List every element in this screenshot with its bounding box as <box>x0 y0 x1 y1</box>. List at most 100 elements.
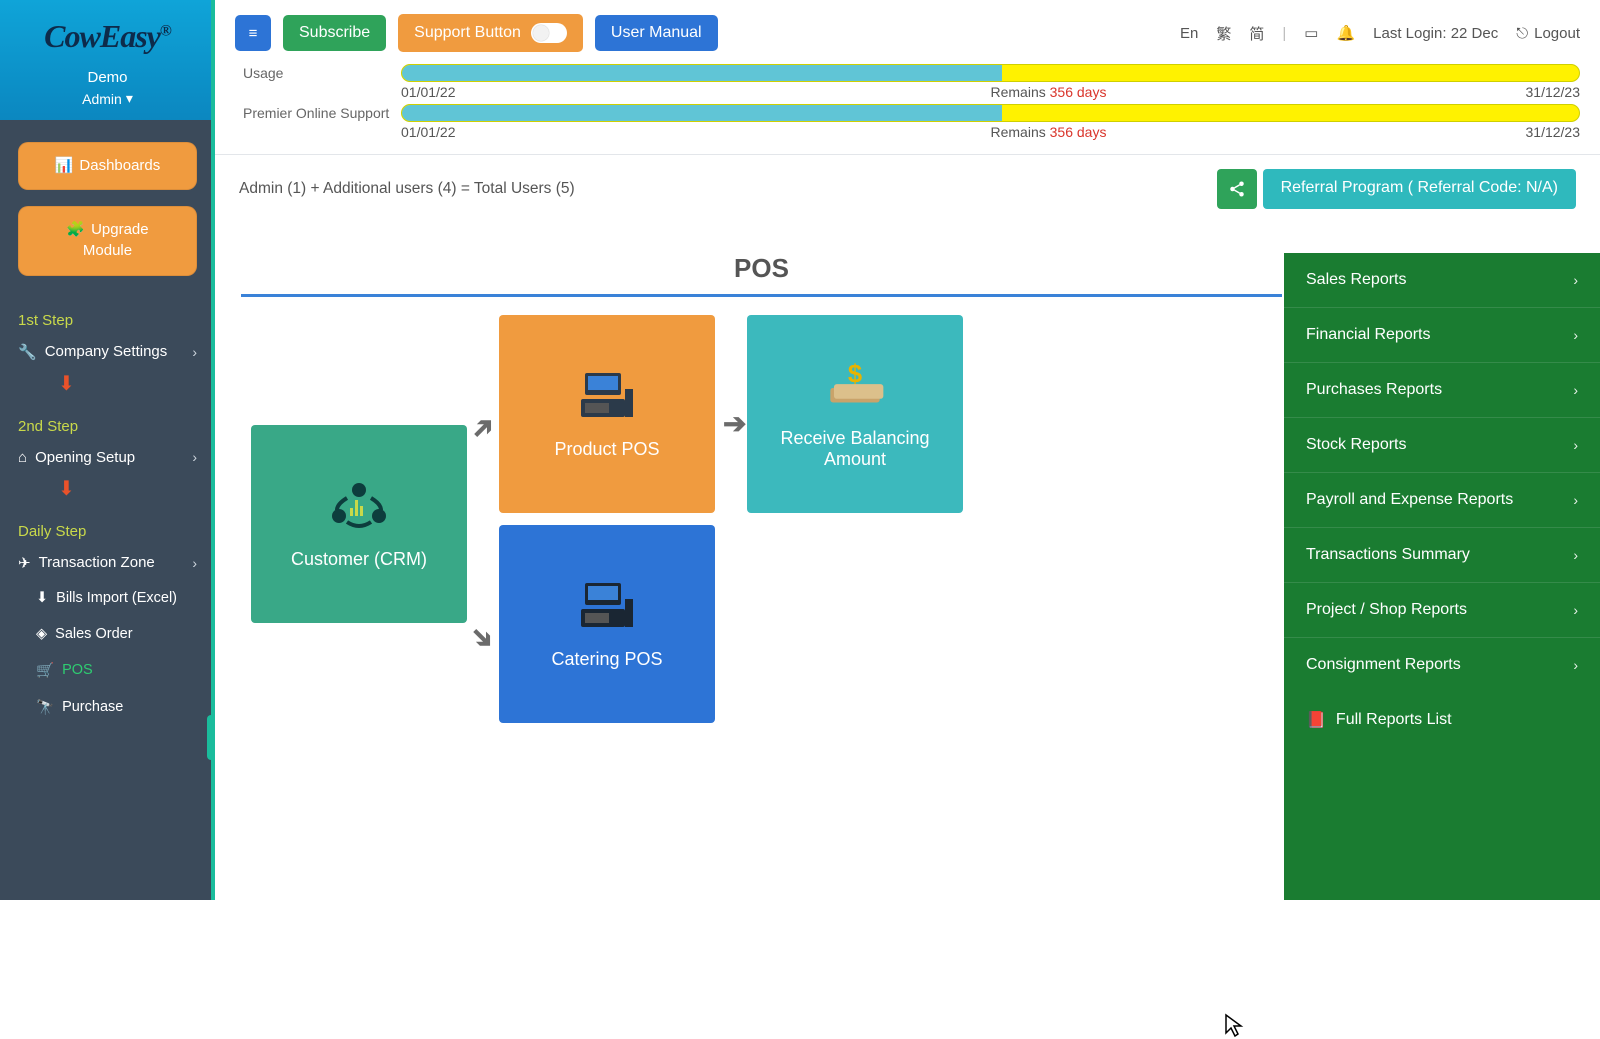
nav-purchase[interactable]: 🔭Purchase <box>36 689 197 726</box>
chevron-right-icon: › <box>1573 547 1578 563</box>
binoculars-icon: 🔭 <box>36 699 54 716</box>
pos-grid: Customer (CRM) Product POS Catering POS <box>239 315 1284 775</box>
arrow-icon: ➔ <box>463 618 503 658</box>
chevron-right-icon: › <box>192 449 197 465</box>
support-bar <box>401 104 1580 122</box>
chevron-right-icon: › <box>1573 272 1578 288</box>
logout-icon: ⎋ <box>1516 25 1528 42</box>
support-label: Support Button <box>414 24 521 42</box>
nav-sales-order[interactable]: ◈Sales Order <box>36 616 197 652</box>
dashboard-icon: 📊 <box>55 157 74 176</box>
sidebar-buttons: 📊Dashboards 🧩 Upgrade Module <box>0 120 215 286</box>
pos-area: POS Customer (CRM) Product POS <box>239 253 1284 900</box>
user-summary-row: Admin (1) + Additional users (4) = Total… <box>215 155 1600 223</box>
cursor-icon <box>1224 1013 1244 1039</box>
report-item-3[interactable]: Stock Reports› <box>1284 418 1600 473</box>
calendar-icon[interactable]: ▭ <box>1304 24 1318 42</box>
support-toggle[interactable] <box>531 23 567 43</box>
tile-label: Product POS <box>554 439 659 460</box>
chevron-right-icon: › <box>1573 602 1578 618</box>
support-button[interactable]: Support Button <box>398 14 583 52</box>
menu-toggle-button[interactable]: ≡ <box>235 15 271 51</box>
arrow-down-icon: ⬇ <box>18 369 197 398</box>
cart-icon: 🛒 <box>36 662 54 679</box>
tile-label: Receive Balancing Amount <box>757 428 953 470</box>
tile-catering-pos[interactable]: Catering POS <box>499 525 715 723</box>
report-item-2[interactable]: Purchases Reports› <box>1284 363 1600 418</box>
report-item-5[interactable]: Transactions Summary› <box>1284 528 1600 583</box>
usage-bar <box>401 64 1580 82</box>
caret-down-icon: ▾ <box>126 90 133 107</box>
role-dropdown[interactable]: Admin▾ <box>82 90 133 107</box>
crm-icon <box>327 479 391 535</box>
nav-bills-import[interactable]: ⬇Bills Import (Excel) <box>36 580 197 616</box>
wrench-icon: 🔧 <box>18 343 37 361</box>
main: ≡ Subscribe Support Button User Manual E… <box>215 0 1600 900</box>
usage-end-date: 31/12/23 <box>1526 84 1581 100</box>
svg-text:$: $ <box>848 360 862 388</box>
step2-label: 2nd Step <box>18 418 197 435</box>
nav-section: 1st Step 🔧Company Settings › ⬇ 2nd Step … <box>0 286 215 726</box>
arrow-icon: ➔ <box>723 407 746 440</box>
app-root: CowEasy® Demo Admin▾ 📊Dashboards 🧩 Upgrad… <box>0 0 1600 900</box>
chevron-right-icon: › <box>192 555 197 571</box>
tenant-name: Demo <box>8 69 207 86</box>
tile-customer-crm[interactable]: Customer (CRM) <box>251 425 467 623</box>
upgrade-label-1: Upgrade <box>91 221 149 240</box>
usage-start-date: 01/01/22 <box>401 84 991 100</box>
share-icon <box>1228 180 1246 198</box>
nav-opening-setup[interactable]: ⌂Opening Setup › <box>18 441 197 474</box>
logout-link[interactable]: ⎋Logout <box>1516 25 1580 42</box>
usage-label: Usage <box>243 65 393 81</box>
report-item-6[interactable]: Project / Shop Reports› <box>1284 583 1600 638</box>
upgrade-label-2: Module <box>83 242 132 261</box>
lang-trad[interactable]: 繁 <box>1216 23 1231 44</box>
chevron-right-icon: › <box>1573 382 1578 398</box>
box-icon: ⌂ <box>18 449 27 466</box>
report-item-1[interactable]: Financial Reports› <box>1284 308 1600 363</box>
tile-product-pos[interactable]: Product POS <box>499 315 715 513</box>
sidebar-accent-bar <box>211 0 215 900</box>
support-start-date: 01/01/22 <box>401 124 991 140</box>
reports-panel: Sales Reports›Financial Reports›Purchase… <box>1284 253 1600 900</box>
dashboards-button[interactable]: 📊Dashboards <box>18 142 197 191</box>
chevron-right-icon: › <box>1573 437 1578 453</box>
nav-pos[interactable]: 🛒POS <box>36 652 197 689</box>
sidebar: CowEasy® Demo Admin▾ 📊Dashboards 🧩 Upgrad… <box>0 0 215 900</box>
send-icon: ✈ <box>18 554 31 572</box>
subscribe-button[interactable]: Subscribe <box>283 15 386 51</box>
arrow-icon: ➔ <box>463 408 503 448</box>
tile-label: Customer (CRM) <box>291 549 427 570</box>
support-remains: Remains 356 days <box>991 124 1526 140</box>
chevron-right-icon: › <box>1573 327 1578 343</box>
pos-divider <box>241 294 1282 297</box>
book-icon: 📕 <box>1306 710 1326 730</box>
topbar: ≡ Subscribe Support Button User Manual E… <box>215 0 1600 60</box>
puzzle-icon: 🧩 <box>66 221 85 240</box>
report-full-list[interactable]: 📕Full Reports List <box>1284 692 1600 748</box>
nav-transaction-zone[interactable]: ✈Transaction Zone › <box>18 546 197 580</box>
user-summary: Admin (1) + Additional users (4) = Total… <box>239 180 575 198</box>
lang-en[interactable]: En <box>1180 25 1198 42</box>
usage-bars: Usage 01/01/22 Remains 356 days 31/12/23… <box>215 60 1600 148</box>
lang-simp[interactable]: 简 <box>1249 23 1264 44</box>
report-item-0[interactable]: Sales Reports› <box>1284 253 1600 308</box>
bell-icon[interactable]: 🔔 <box>1336 24 1355 42</box>
chevron-right-icon: › <box>1573 657 1578 673</box>
report-item-7[interactable]: Consignment Reports› <box>1284 638 1600 692</box>
tile-receive-balancing[interactable]: $ Receive Balancing Amount <box>747 315 963 513</box>
referral-button[interactable]: Referral Program ( Referral Code: N/A) <box>1263 169 1576 209</box>
upgrade-module-button[interactable]: 🧩 Upgrade Module <box>18 206 197 276</box>
content: POS Customer (CRM) Product POS <box>215 223 1600 900</box>
support-label: Premier Online Support <box>243 105 393 121</box>
nav-company-settings[interactable]: 🔧Company Settings › <box>18 335 197 369</box>
daily-step-label: Daily Step <box>18 523 197 540</box>
separator: | <box>1282 25 1286 42</box>
share-button[interactable] <box>1217 169 1257 209</box>
user-manual-button[interactable]: User Manual <box>595 15 718 51</box>
report-item-4[interactable]: Payroll and Expense Reports› <box>1284 473 1600 528</box>
sidebar-header: CowEasy® Demo Admin▾ <box>0 0 215 120</box>
logo: CowEasy® <box>8 18 207 55</box>
pos-terminal-icon <box>575 579 639 635</box>
transaction-submenu: ⬇Bills Import (Excel) ◈Sales Order 🛒POS … <box>18 580 197 726</box>
